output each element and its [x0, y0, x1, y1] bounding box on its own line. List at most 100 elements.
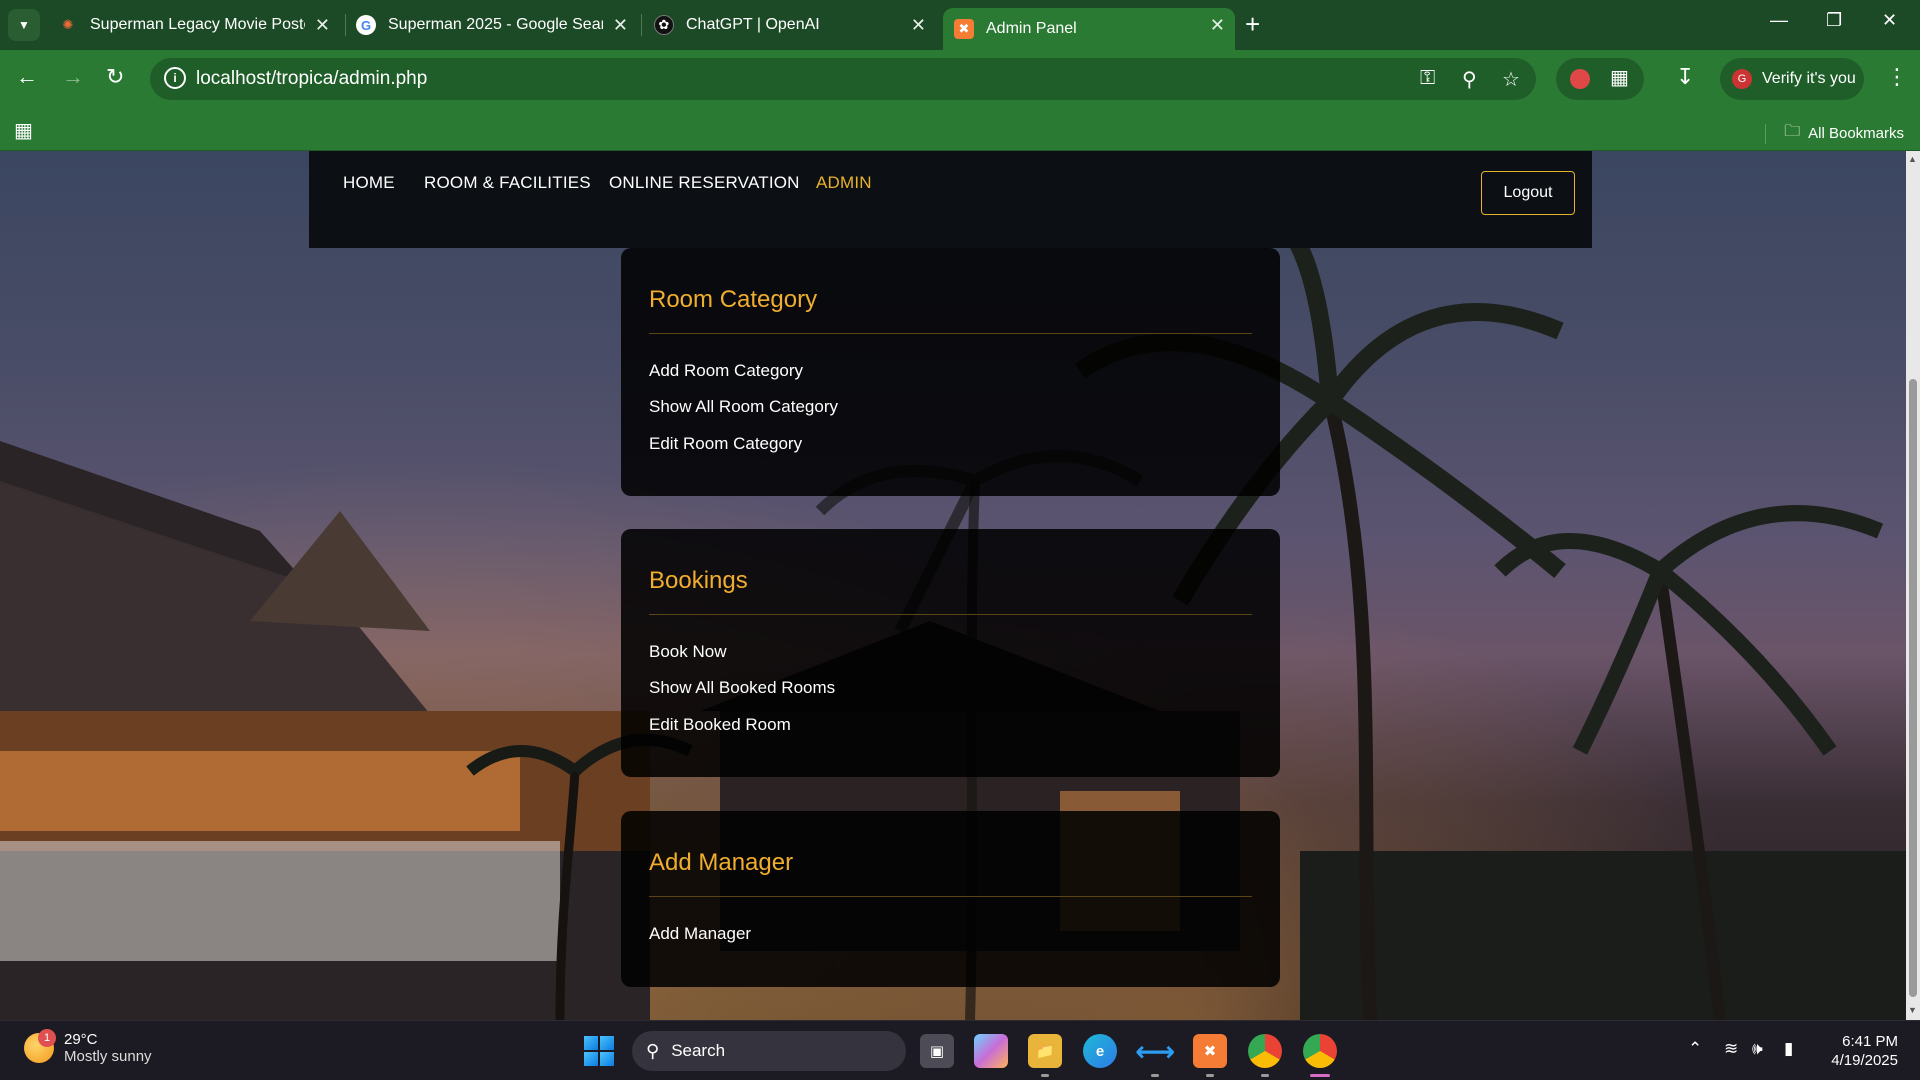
windows-taskbar: 1 29°C Mostly sunny ⚲ Search ▣ 📁 e ⟷ ✖ ⌃… [0, 1020, 1920, 1080]
all-bookmarks-label: All Bookmarks [1808, 125, 1904, 142]
search-placeholder: Search [671, 1041, 726, 1060]
notification-badge: 1 [38, 1029, 56, 1047]
card-divider [649, 333, 1252, 334]
reload-button[interactable]: ↻ [106, 64, 124, 90]
starburst-favicon-icon: ✺ [62, 17, 74, 32]
tab-admin-panel[interactable]: ✖ Admin Panel ✕ [943, 8, 1235, 50]
close-tab-icon[interactable]: ✕ [613, 15, 628, 36]
page-scrollbar[interactable]: ▲ ▼ [1906, 151, 1920, 1020]
url-text[interactable]: localhost/tropica/admin.php [196, 68, 427, 90]
verify-profile-button[interactable]: G Verify it's you [1720, 58, 1864, 100]
running-indicator [1206, 1074, 1214, 1077]
openai-favicon-icon: ✿ [654, 15, 674, 35]
show-hidden-icons[interactable]: ⌃ [1688, 1039, 1702, 1059]
tab-superman-poster[interactable]: ✺ Superman Legacy Movie Poster ✕ [58, 8, 340, 42]
bookmark-star-icon[interactable]: ☆ [1502, 67, 1520, 92]
forward-button[interactable]: → [62, 64, 84, 90]
running-indicator [1041, 1074, 1049, 1077]
battery-icon[interactable]: ▮ [1784, 1039, 1793, 1059]
tab-title: Superman Legacy Movie Poster [90, 16, 305, 33]
task-view-icon[interactable]: ▣ [920, 1034, 954, 1068]
logout-button[interactable]: Logout [1481, 171, 1575, 215]
nav-home[interactable]: HOME [343, 173, 395, 193]
verify-label: Verify it's you [1762, 70, 1856, 87]
chrome-profile-icon[interactable] [1303, 1034, 1337, 1068]
tab-google-search[interactable]: G Superman 2025 - Google Search ✕ [356, 8, 638, 42]
password-key-icon[interactable]: ⚿ [1420, 67, 1435, 90]
copilot-icon[interactable] [974, 1034, 1008, 1068]
vscode-icon[interactable]: ⟷ [1135, 1034, 1175, 1068]
scrollbar-thumb[interactable] [1909, 379, 1917, 997]
new-tab-button[interactable]: + [1245, 9, 1260, 40]
show-all-room-category-link[interactable]: Show All Room Category [649, 397, 838, 417]
site-navbar: HOME ROOM & FACILITIES ONLINE RESERVATIO… [309, 151, 1592, 248]
back-button[interactable]: ← [16, 64, 38, 90]
puzzle-extensions-icon[interactable]: ▦ [1610, 65, 1629, 90]
card-divider [649, 614, 1252, 615]
start-button[interactable] [584, 1036, 614, 1066]
card-title: Add Manager [649, 849, 794, 876]
close-window-button[interactable]: ✕ [1882, 10, 1897, 31]
address-bar[interactable]: i localhost/tropica/admin.php ⚿ ⚲ ☆ [150, 58, 1536, 100]
tab-chatgpt[interactable]: ✿ ChatGPT | OpenAI ✕ [654, 8, 936, 42]
card-title: Room Category [649, 286, 818, 313]
book-now-link[interactable]: Book Now [649, 642, 726, 662]
chrome-icon[interactable] [1248, 1034, 1282, 1068]
minimize-button[interactable]: — [1770, 10, 1788, 31]
edit-booked-room-link[interactable]: Edit Booked Room [649, 715, 791, 735]
add-manager-link[interactable]: Add Manager [649, 924, 751, 944]
show-all-booked-rooms-link[interactable]: Show All Booked Rooms [649, 678, 835, 698]
nav-online-reservation[interactable]: ONLINE RESERVATION [609, 173, 800, 193]
scroll-up-arrow-icon[interactable]: ▲ [1908, 154, 1917, 164]
xampp-icon[interactable]: ✖ [1193, 1034, 1227, 1068]
zoom-icon[interactable]: ⚲ [1462, 67, 1477, 92]
clock-time: 6:41 PM [1842, 1033, 1898, 1050]
site-info-icon[interactable]: i [164, 67, 186, 89]
running-indicator [1151, 1074, 1159, 1077]
close-tab-icon[interactable]: ✕ [911, 15, 926, 36]
weather-condition: Mostly sunny [64, 1048, 152, 1065]
google-favicon-icon: G [356, 15, 376, 35]
file-explorer-icon[interactable]: 📁 [1028, 1034, 1062, 1068]
edit-room-category-link[interactable]: Edit Room Category [649, 434, 802, 454]
volume-icon[interactable]: 🕪 [1752, 1039, 1763, 1059]
bookings-card: Bookings Book Now Show All Booked Rooms … [621, 529, 1280, 777]
add-manager-card: Add Manager Add Manager [621, 811, 1280, 987]
all-bookmarks-button[interactable]: 🗀 All Bookmarks [1765, 120, 1904, 147]
tab-title: Superman 2025 - Google Search [388, 16, 603, 33]
search-icon: ⚲ [646, 1040, 660, 1061]
close-tab-icon[interactable]: ✕ [1210, 15, 1225, 36]
tab-divider [641, 14, 642, 36]
taskbar-search[interactable]: ⚲ Search [632, 1031, 906, 1071]
room-category-card: Room Category Add Room Category Show All… [621, 248, 1280, 496]
apps-grid-icon[interactable]: ▦ [14, 118, 33, 143]
xampp-favicon-icon: ✖ [954, 19, 974, 39]
tab-title: ChatGPT | OpenAI [686, 16, 820, 33]
extensions-group: ▦ [1556, 58, 1644, 100]
add-room-category-link[interactable]: Add Room Category [649, 361, 803, 381]
tab-divider [345, 14, 346, 36]
nav-admin[interactable]: ADMIN [816, 173, 872, 193]
page-viewport: HOME ROOM & FACILITIES ONLINE RESERVATIO… [0, 151, 1920, 1020]
tab-strip: ▼ ✺ Superman Legacy Movie Poster ✕ G Sup… [0, 0, 1920, 50]
extension-icon[interactable] [1570, 69, 1590, 89]
sun-weather-icon: 1 [24, 1029, 56, 1063]
browser-menu-icon[interactable]: ⋮ [1886, 64, 1908, 90]
wifi-icon[interactable]: ≋ [1724, 1039, 1738, 1059]
close-tab-icon[interactable]: ✕ [315, 15, 330, 36]
card-title: Bookings [649, 567, 748, 594]
edge-browser-icon[interactable]: e [1083, 1034, 1117, 1068]
download-icon[interactable]: ↧ [1676, 64, 1694, 90]
browser-toolbar: ← → ↻ i localhost/tropica/admin.php ⚿ ⚲ … [0, 50, 1920, 108]
tab-search-button[interactable]: ▼ [8, 9, 40, 41]
nav-room-facilities[interactable]: ROOM & FACILITIES [424, 173, 591, 193]
bookmark-divider [1765, 123, 1767, 144]
clock-date: 4/19/2025 [1831, 1052, 1898, 1069]
restore-button[interactable]: ❐ [1826, 10, 1842, 31]
active-indicator [1310, 1074, 1330, 1077]
scroll-down-arrow-icon[interactable]: ▼ [1908, 1005, 1917, 1015]
weather-widget[interactable]: 1 29°C Mostly sunny [24, 1029, 152, 1065]
weather-temperature: 29°C [64, 1031, 98, 1048]
bookmarks-bar: ▦ 🗀 All Bookmarks [0, 108, 1920, 151]
system-clock[interactable]: 6:41 PM 4/19/2025 [1831, 1032, 1898, 1070]
